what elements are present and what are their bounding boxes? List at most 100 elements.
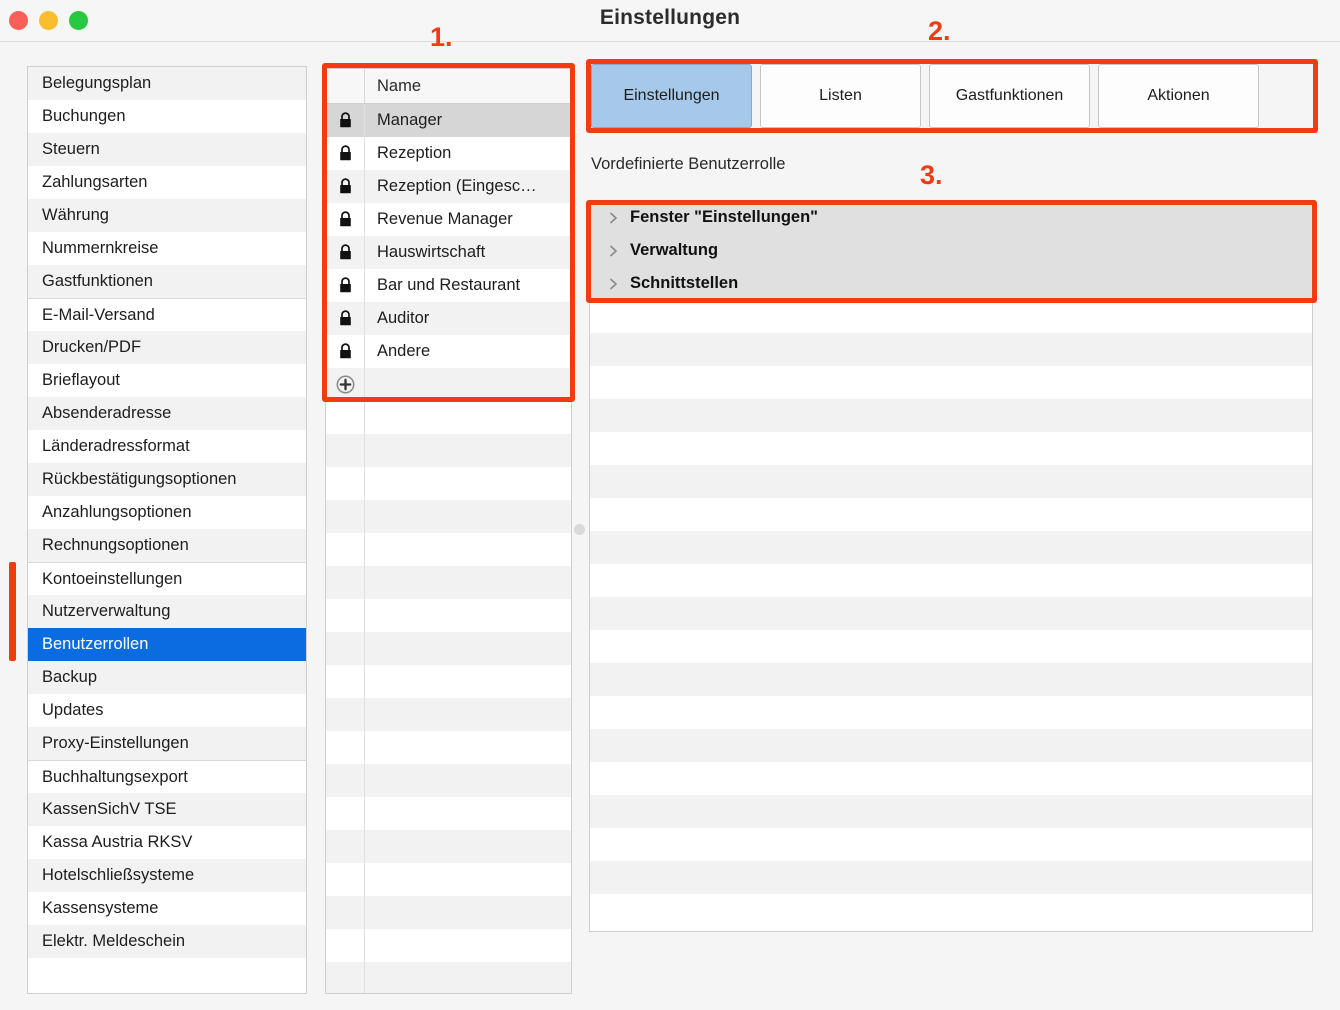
empty-lock-cell [326, 764, 365, 797]
sidebar-item-elektr-meldeschein[interactable]: Elektr. Meldeschein [28, 925, 306, 958]
sidebar-item-nummernkreise[interactable]: Nummernkreise [28, 232, 306, 265]
sidebar-item-kontoeinstellungen[interactable]: Kontoeinstellungen [28, 562, 306, 595]
roles-table[interactable]: Name Manager Rezeption Rezeption (Eingesc…… [325, 68, 572, 994]
table-row-empty [326, 797, 571, 830]
table-row[interactable]: Bar und Restaurant [326, 269, 571, 302]
sidebar-item-kassensichv-tse[interactable]: KassenSichV TSE [28, 793, 306, 826]
add-role-button[interactable] [326, 368, 365, 401]
tab-gastfunktionen[interactable]: Gastfunktionen [929, 64, 1090, 128]
empty-name-cell [365, 896, 571, 929]
sidebar-item-nutzerverwaltung[interactable]: Nutzerverwaltung [28, 595, 306, 628]
tree-row-empty [590, 663, 1312, 696]
sidebar-item-backup[interactable]: Backup [28, 661, 306, 694]
tab-aktionen[interactable]: Aktionen [1098, 64, 1259, 128]
add-icon[interactable] [336, 375, 355, 394]
tree-row-empty [590, 300, 1312, 333]
sidebar-item-proxy-einstellungen[interactable]: Proxy-Einstellungen [28, 727, 306, 760]
empty-lock-cell [326, 962, 365, 993]
sidebar-item-label: Kontoeinstellungen [42, 570, 183, 588]
page-title: Einstellungen [599, 6, 741, 29]
name-column-header: Name [377, 77, 422, 95]
table-row-empty [326, 401, 571, 434]
table-row[interactable]: Rezeption (Eingesc… [326, 170, 571, 203]
sidebar-item-label: Backup [42, 668, 98, 686]
sidebar-item-kassa-austria-rksv[interactable]: Kassa Austria RKSV [28, 826, 306, 859]
sidebar-item-label: E-Mail-Versand [42, 306, 155, 324]
sidebar-item-e-mail-versand[interactable]: E-Mail-Versand [28, 298, 306, 331]
tree-row-empty [590, 399, 1312, 432]
tab-bar[interactable]: Einstellungen Listen Gastfunktionen Aktione… [591, 64, 1259, 128]
sidebar-item-label: Steuern [42, 140, 100, 158]
sidebar-item-label: Rückbestätigungsoptionen [42, 470, 237, 488]
table-row-empty [326, 764, 571, 797]
chevron-right-icon[interactable] [608, 277, 619, 291]
sidebar-item-hotelschlie-systeme[interactable]: Hotelschließsysteme [28, 859, 306, 892]
splitter-grip-handle[interactable] [574, 524, 585, 535]
tree-row-empty [590, 333, 1312, 366]
empty-lock-cell [326, 467, 365, 500]
empty-lock-cell [326, 665, 365, 698]
table-row[interactable]: Auditor [326, 302, 571, 335]
sidebar-item-brieflayout[interactable]: Brieflayout [28, 364, 306, 397]
add-role-row[interactable] [326, 368, 571, 401]
tab-listen[interactable]: Listen [760, 64, 921, 128]
chevron-right-icon[interactable] [604, 211, 622, 225]
sidebar-item-benutzerrollen[interactable]: Benutzerrollen [28, 628, 306, 661]
sidebar-item-buchungen[interactable]: Buchungen [28, 100, 306, 133]
sidebar-item-rechnungsoptionen[interactable]: Rechnungsoptionen [28, 529, 306, 562]
annotation-number-1: 1. [430, 22, 453, 52]
lock-icon [339, 145, 351, 161]
table-row-empty [326, 599, 571, 632]
sidebar-item-drucken-pdf[interactable]: Drucken/PDF [28, 331, 306, 364]
chevron-right-icon[interactable] [604, 244, 622, 258]
empty-name-cell [365, 764, 571, 797]
empty-name-cell [365, 467, 571, 500]
tree-row-empty [590, 729, 1312, 762]
sidebar-item-r-ckbest-tigungsoptionen[interactable]: Rückbestätigungsoptionen [28, 463, 306, 496]
empty-name-cell [365, 929, 571, 962]
chevron-right-icon[interactable] [608, 211, 619, 225]
empty-name-cell [365, 533, 571, 566]
table-row-empty [326, 962, 571, 993]
sidebar-item-zahlungsarten[interactable]: Zahlungsarten [28, 166, 306, 199]
chevron-right-icon[interactable] [604, 277, 622, 291]
sidebar-item-buchhaltungsexport[interactable]: Buchhaltungsexport [28, 760, 306, 793]
table-row[interactable]: Rezeption [326, 137, 571, 170]
sidebar-item-steuern[interactable]: Steuern [28, 133, 306, 166]
row-lock-cell [326, 170, 365, 203]
settings-sidebar[interactable]: Belegungsplan Buchungen Steuern Zahlungsart… [27, 66, 307, 994]
sidebar-item-gastfunktionen[interactable]: Gastfunktionen [28, 265, 306, 298]
role-name-cell: Auditor [377, 309, 430, 327]
role-name-cell: Revenue Manager [377, 210, 513, 228]
empty-name-cell [365, 797, 571, 830]
lock-icon [339, 244, 351, 260]
chevron-right-icon[interactable] [608, 244, 619, 258]
table-row-empty [326, 533, 571, 566]
tree-row[interactable]: Verwaltung [590, 234, 1312, 267]
tree-row[interactable]: Fenster "Einstellungen" [590, 201, 1312, 234]
empty-name-cell [365, 632, 571, 665]
empty-name-cell [365, 698, 571, 731]
empty-lock-cell [326, 566, 365, 599]
sidebar-item-label: Drucken/PDF [42, 338, 142, 356]
sidebar-item-updates[interactable]: Updates [28, 694, 306, 727]
table-row[interactable]: Manager [326, 104, 571, 137]
sidebar-item-kassensysteme[interactable]: Kassensysteme [28, 892, 306, 925]
sidebar-item-w-hrung[interactable]: Währung [28, 199, 306, 232]
lock-icon [339, 277, 351, 293]
table-row[interactable]: Hauswirtschaft [326, 236, 571, 269]
sidebar-item-belegungsplan[interactable]: Belegungsplan [28, 67, 306, 100]
sidebar-item-absenderadresse[interactable]: Absenderadresse [28, 397, 306, 430]
tree-row[interactable]: Schnittstellen [590, 267, 1312, 300]
empty-lock-cell [326, 929, 365, 962]
table-row[interactable]: Andere [326, 335, 571, 368]
tab-label: Einstellungen [623, 87, 720, 104]
empty-lock-cell [326, 401, 365, 434]
lock-icon [339, 310, 351, 326]
permission-tree-panel[interactable]: Fenster "Einstellungen" Verwaltung Schnitt… [589, 200, 1313, 932]
sidebar-item-anzahlungsoptionen[interactable]: Anzahlungsoptionen [28, 496, 306, 529]
row-lock-cell [326, 203, 365, 236]
sidebar-item-l-nderadressformat[interactable]: Länderadressformat [28, 430, 306, 463]
table-row[interactable]: Revenue Manager [326, 203, 571, 236]
tab-einstellungen[interactable]: Einstellungen [591, 64, 752, 128]
